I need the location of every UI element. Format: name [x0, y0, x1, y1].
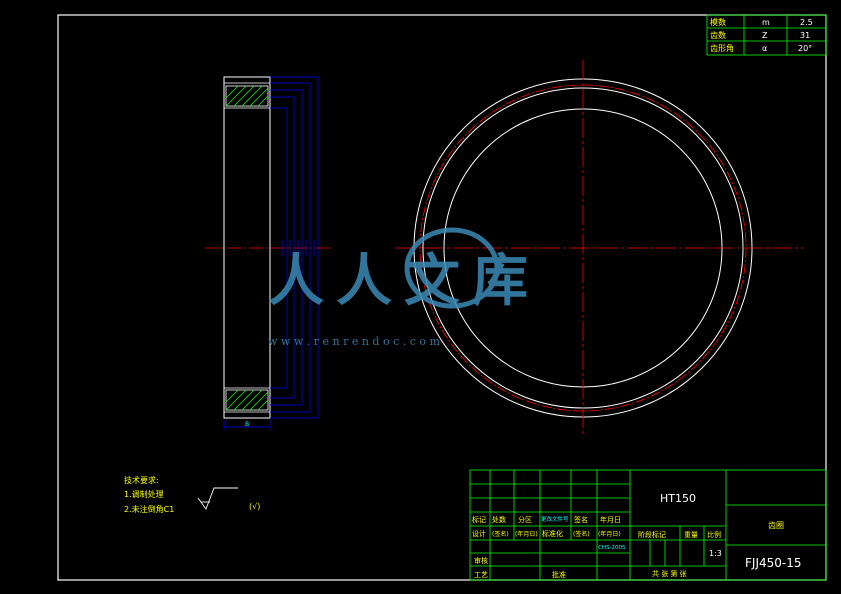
param-symbol-pressure-angle: α — [762, 44, 767, 53]
tech-note-1: 1.调制处理 — [124, 489, 164, 499]
tb-std-date: (年月日) — [598, 530, 621, 538]
top-hatch-lines — [225, 85, 269, 107]
tb-scale-value: 1:3 — [709, 549, 722, 558]
gear-parameter-table: 模数 齿数 齿形角 m Z α 2.5 31 20° — [706, 14, 827, 56]
tb-std-signature: (签名) — [573, 530, 590, 538]
watermark-url: w w w . r e n r e n d o c . c o m — [268, 335, 440, 348]
tb-drawing-number: FJJ450-15 — [745, 556, 801, 570]
param-value-teeth: 31 — [800, 31, 810, 40]
param-name-pressure-angle: 齿形角 — [710, 43, 734, 53]
top-hatch-region — [225, 85, 269, 107]
roughness-symbol — [197, 487, 238, 510]
tb-scale-label: 比例 — [707, 530, 721, 539]
tb-design-label: 设计 — [472, 529, 486, 538]
tb-weight-label: 重量 — [684, 531, 698, 539]
ring-section-outline — [223, 76, 271, 419]
tb-label-count: 处数 — [492, 515, 506, 524]
param-symbol-teeth: Z — [762, 31, 768, 40]
tb-stage-label: 阶段标记 — [638, 530, 666, 539]
tb-approve-label: 批准 — [552, 570, 566, 579]
tb-sheets-label: 共 张 第 张 — [652, 569, 687, 578]
tb-label-mark: 标记 — [472, 515, 486, 524]
tb-label-change-doc: 更改文件号 — [541, 515, 569, 523]
tb-standardization-label: 标准化 — [542, 529, 563, 538]
tb-process-label: 工艺 — [474, 571, 488, 579]
param-value-pressure-angle: 20° — [798, 44, 812, 53]
bottom-hatch-region — [225, 389, 269, 411]
watermark-brand: 人人文库 — [268, 249, 540, 314]
front-view — [395, 60, 803, 435]
param-name-module: 模数 — [710, 17, 726, 27]
tb-review-label: 审核 — [474, 556, 488, 565]
tb-design-signature: (签名) — [492, 530, 509, 538]
param-name-teeth: 齿数 — [710, 30, 726, 40]
tb-label-signature: 签名 — [574, 515, 588, 524]
tb-label-zone: 分区 — [518, 515, 532, 524]
tb-material: HT150 — [660, 492, 696, 505]
tech-notes-title: 技术要求: — [124, 475, 159, 485]
bottom-hatch-lines — [225, 389, 269, 411]
technical-notes: 技术要求: 1.调制处理 2.未注倒角C1 — [124, 475, 174, 514]
tb-design-date: (年月日) — [515, 530, 538, 538]
width-dimension-label: B — [245, 421, 249, 428]
tb-label-date: 年月日 — [600, 515, 621, 524]
roughness-mark: (√) — [249, 502, 260, 511]
param-symbol-module: m — [762, 18, 770, 27]
tb-small-tag: CHS-2005 — [598, 545, 626, 551]
tech-note-2: 2.未注倒角C1 — [124, 504, 174, 514]
drawing-canvas: 模数 齿数 齿形角 m Z α 2.5 31 20° B 人人文库 w w w … — [57, 14, 827, 581]
tb-part-name: 齿圈 — [768, 521, 784, 530]
param-value-module: 2.5 — [800, 18, 813, 27]
